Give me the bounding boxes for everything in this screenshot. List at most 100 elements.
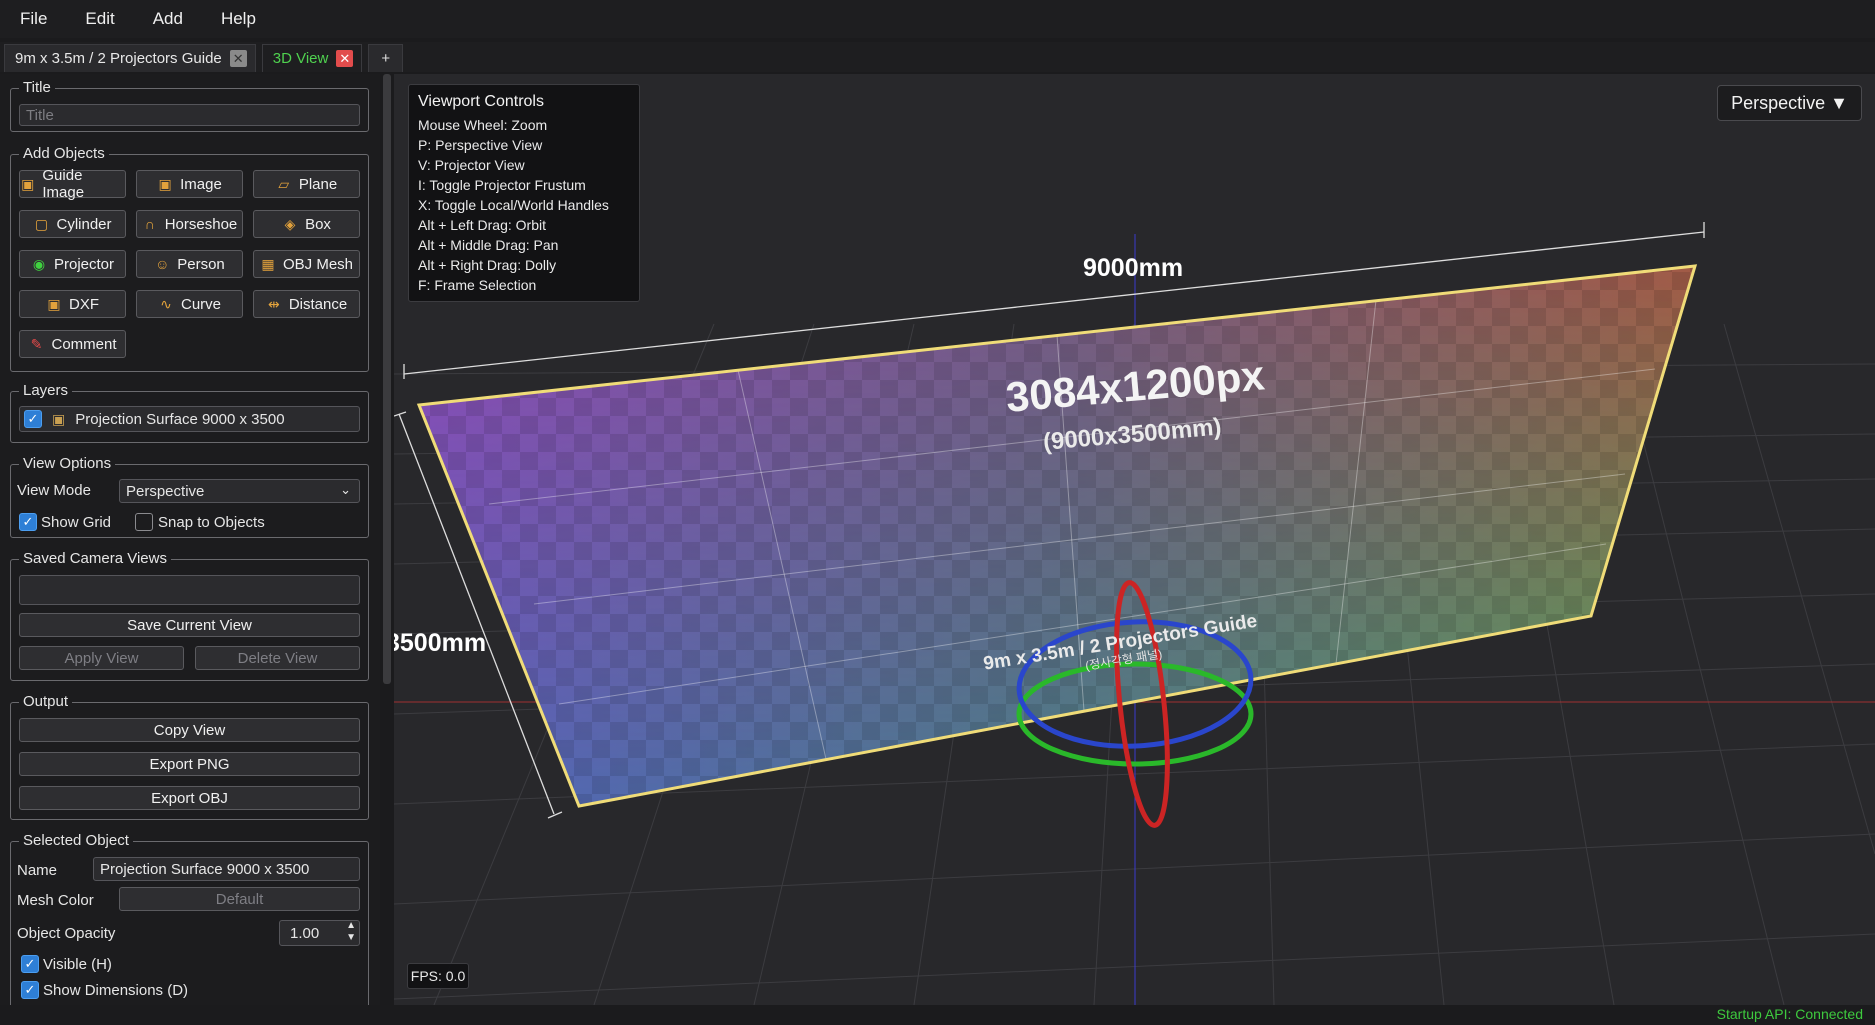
button-label: Curve bbox=[180, 295, 221, 313]
cylinder-icon: ▢ bbox=[34, 216, 49, 232]
saved-views-list[interactable] bbox=[19, 575, 360, 605]
saved-views-group: Saved Camera Views Save Current View App… bbox=[10, 550, 369, 681]
add-person-button[interactable]: ☺ Person bbox=[136, 250, 243, 278]
output-group: Output Copy View Export PNG Export OBJ bbox=[10, 693, 369, 820]
view-options-group: View Options View Mode Perspective ⌄ ✓ S… bbox=[10, 455, 369, 538]
opacity-spinbox[interactable]: 1.00 ▲ ▼ bbox=[279, 920, 360, 946]
snap-checkbox[interactable] bbox=[135, 513, 153, 531]
mesh-color-button[interactable]: Default bbox=[119, 887, 360, 911]
mesh-icon: ▦ bbox=[261, 256, 275, 272]
button-label: Plane bbox=[298, 175, 338, 193]
save-view-button[interactable]: Save Current View bbox=[19, 613, 360, 637]
add-objects-group: Add Objects ▣ Guide Image ▣ Image ▱ Plane ▢… bbox=[10, 145, 369, 372]
group-title: Layers bbox=[19, 382, 73, 399]
export-png-button[interactable]: Export PNG bbox=[19, 752, 360, 776]
projection-surface[interactable] bbox=[416, 264, 1698, 808]
opacity-value: 1.00 bbox=[290, 924, 320, 942]
group-title: Add Objects bbox=[19, 145, 109, 162]
projector-icon: ◉ bbox=[32, 256, 46, 272]
snap-label: Snap to Objects bbox=[158, 514, 265, 531]
close-icon[interactable]: ✕ bbox=[336, 50, 354, 67]
button-label: Guide Image bbox=[42, 167, 85, 201]
person-icon: ☺ bbox=[155, 256, 170, 272]
visible-label: Visible (H) bbox=[43, 956, 112, 973]
group-title: Title bbox=[19, 79, 55, 96]
button-label: Box bbox=[305, 215, 331, 233]
title-group: Title Title bbox=[10, 79, 369, 132]
view-mode-value: Perspective bbox=[126, 482, 205, 500]
controls-title: Viewport Controls bbox=[418, 93, 544, 110]
show-dimensions-checkbox[interactable]: ✓ bbox=[21, 981, 39, 999]
button-label: Comment bbox=[51, 335, 117, 353]
image-icon: ▣ bbox=[52, 410, 66, 427]
3d-viewport[interactable]: 9000mm 3500mm 3084x1200px (9000x3500mm) … bbox=[394, 74, 1875, 1005]
button-label: Person bbox=[177, 255, 225, 273]
view-mode-label: View Mode bbox=[17, 482, 91, 499]
add-projector-button[interactable]: ◉ Projector bbox=[19, 250, 126, 278]
add-distance-button[interactable]: ⇹ Distance bbox=[253, 290, 360, 318]
plane-icon: ▱ bbox=[278, 176, 290, 192]
dxf-icon: ▣ bbox=[47, 296, 61, 312]
add-image-button[interactable]: ▣ Image bbox=[136, 170, 243, 198]
close-icon[interactable]: ✕ bbox=[229, 50, 247, 67]
show-dimensions-label: Show Dimensions (D) bbox=[43, 982, 189, 999]
horseshoe-icon: ∩ bbox=[144, 216, 155, 232]
menu-add[interactable]: Add bbox=[153, 9, 183, 29]
copy-view-button[interactable]: Copy View bbox=[19, 718, 360, 742]
distance-icon: ⇹ bbox=[267, 296, 280, 312]
menubar: File Edit Add Help bbox=[0, 0, 1875, 38]
opacity-label: Object Opacity bbox=[17, 925, 116, 942]
add-comment-button[interactable]: ✎ Comment bbox=[19, 330, 126, 358]
show-grid-checkbox[interactable]: ✓ bbox=[19, 513, 37, 531]
tab-3d-view[interactable]: 3D View ✕ bbox=[261, 44, 363, 72]
delete-view-button[interactable]: Delete View bbox=[195, 646, 360, 670]
object-name-input[interactable]: Projection Surface 9000 x 3500 bbox=[93, 857, 360, 881]
add-dxf-button[interactable]: ▣ DXF bbox=[19, 290, 126, 318]
height-dimension-label: 3500mm bbox=[394, 629, 487, 657]
button-label: Projector bbox=[53, 255, 115, 273]
sidebar: Title Title Add Objects ▣ Guide Image ▣ Im… bbox=[0, 74, 380, 1005]
button-label: Image bbox=[180, 175, 222, 193]
menu-file[interactable]: File bbox=[20, 9, 47, 29]
group-title: Saved Camera Views bbox=[19, 550, 171, 567]
tab-bar: 9m x 3.5m / 2 Projectors Guide ✕ 3D View… bbox=[0, 42, 1875, 72]
add-horseshoe-button[interactable]: ∩ Horseshoe bbox=[136, 210, 243, 238]
add-curve-button[interactable]: ∿ Curve bbox=[136, 290, 243, 318]
add-cylinder-button[interactable]: ▢ Cylinder bbox=[19, 210, 126, 238]
add-tab-button[interactable]: + bbox=[368, 44, 404, 72]
control-hint: F: Frame Selection bbox=[418, 277, 537, 293]
control-hint: V: Projector View bbox=[418, 157, 525, 173]
layer-item[interactable]: ✓ ▣ Projection Surface 9000 x 3500 bbox=[19, 406, 360, 432]
title-input[interactable]: Title bbox=[19, 104, 360, 126]
button-label: Horseshoe bbox=[164, 215, 238, 233]
control-hint: Alt + Left Drag: Orbit bbox=[418, 217, 546, 233]
view-mode-dropdown[interactable]: Perspective ▼ bbox=[1717, 85, 1862, 121]
tab-guide[interactable]: 9m x 3.5m / 2 Projectors Guide ✕ bbox=[4, 44, 256, 72]
image-icon: ▣ bbox=[158, 176, 172, 192]
curve-icon: ∿ bbox=[160, 296, 172, 312]
add-obj-mesh-button[interactable]: ▦ OBJ Mesh bbox=[253, 250, 360, 278]
visible-checkbox[interactable]: ✓ bbox=[21, 955, 39, 973]
comment-icon: ✎ bbox=[30, 336, 43, 352]
layer-visibility-checkbox[interactable]: ✓ bbox=[24, 410, 42, 428]
spin-arrows-icon[interactable]: ▲ ▼ bbox=[346, 920, 356, 944]
menu-help[interactable]: Help bbox=[221, 9, 256, 29]
group-title: Output bbox=[19, 693, 73, 710]
control-hint: I: Toggle Projector Frustum bbox=[418, 177, 586, 193]
viewport-controls-panel: Viewport Controls Mouse Wheel: Zoom P: P… bbox=[408, 84, 640, 302]
add-plane-button[interactable]: ▱ Plane bbox=[253, 170, 360, 198]
add-box-button[interactable]: ◈ Box bbox=[253, 210, 360, 238]
group-title: Selected Object bbox=[19, 832, 133, 849]
sidebar-scrollbar[interactable] bbox=[383, 74, 391, 684]
apply-view-button[interactable]: Apply View bbox=[19, 646, 184, 670]
mesh-color-label: Mesh Color bbox=[17, 892, 94, 909]
control-hint: Alt + Middle Drag: Pan bbox=[418, 237, 559, 253]
status-bar-text: Startup API: Connected bbox=[1716, 1006, 1863, 1022]
control-hint: Mouse Wheel: Zoom bbox=[418, 117, 548, 133]
fps-counter: FPS: 0.0 bbox=[407, 963, 469, 989]
export-obj-button[interactable]: Export OBJ bbox=[19, 786, 360, 810]
view-mode-select[interactable]: Perspective ⌄ bbox=[119, 479, 360, 503]
name-label: Name bbox=[17, 862, 58, 879]
menu-edit[interactable]: Edit bbox=[85, 9, 114, 29]
add-guide-image-button[interactable]: ▣ Guide Image bbox=[19, 167, 126, 201]
